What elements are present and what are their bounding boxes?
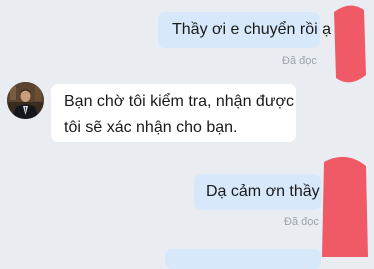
message-bubble-sent-partial[interactable] (165, 249, 321, 269)
avatar[interactable] (7, 82, 44, 119)
message-text: Dạ cảm ơn thầy (206, 183, 320, 200)
message-bubble-sent[interactable]: Thầy ơi e chuyển rồi ạ (158, 12, 331, 48)
read-status: Đã đọc (282, 55, 317, 67)
avatar-photo-icon (7, 82, 44, 119)
message-text-line-2: tôi sẽ xác nhận cho bạn. (64, 119, 238, 136)
message-text-line-1: Bạn chờ tôi kiểm tra, nhận được (64, 93, 295, 110)
message-text: Thầy ơi e chuyển rồi ạ (172, 21, 332, 38)
message-bubble-received[interactable]: Bạn chờ tôi kiểm tra, nhận được tôi sẽ x… (51, 84, 296, 142)
chat-thread: Thầy ơi e chuyển rồi ạ Đã đọc Bạn chờ tô… (0, 0, 374, 269)
message-bubble-sent[interactable]: Dạ cảm ơn thầy (194, 174, 321, 210)
read-status: Đã đọc (284, 216, 319, 228)
